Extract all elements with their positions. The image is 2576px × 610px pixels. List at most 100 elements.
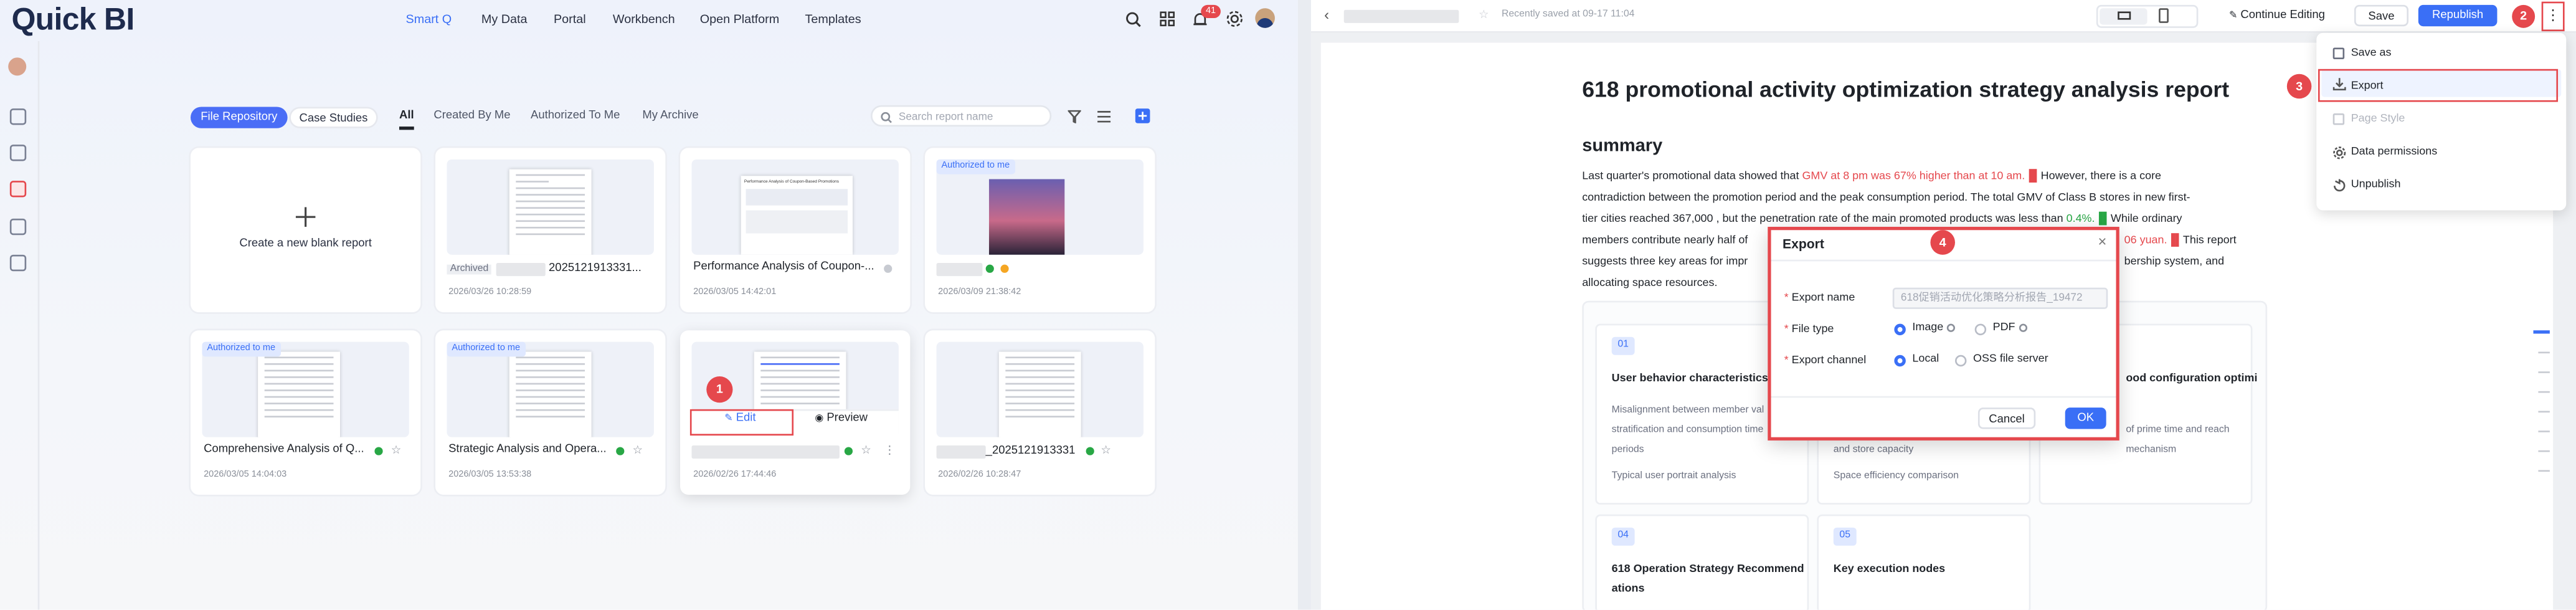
report-title: Performance Analysis of Coupon-... xyxy=(693,261,874,273)
menu-unpublish[interactable]: Unpublish xyxy=(2351,179,2401,191)
sidebar-book-icon[interactable] xyxy=(9,145,27,161)
filter-all[interactable]: All xyxy=(399,110,414,122)
outline-marker[interactable] xyxy=(2538,391,2550,393)
create-blank-card[interactable]: Create a new blank report xyxy=(190,148,421,313)
summary-text: tier cities reached 367,000 , but the pe… xyxy=(1582,213,2067,226)
report-card[interactable]: Authorized to me 2026/03/09 21:38:42 xyxy=(925,148,1155,313)
summary-highlight: GMV at 8 pm was 67% higher than at 10 am… xyxy=(1802,171,2025,183)
section-title-cont: ations xyxy=(1611,583,1645,595)
nav-workbench[interactable]: Workbench xyxy=(613,11,675,26)
published-dot xyxy=(844,447,853,455)
report-card[interactable]: Authorized to me Comprehensive Analysis … xyxy=(190,330,421,495)
republish-button[interactable]: Republish xyxy=(2418,4,2498,27)
search-icon[interactable] xyxy=(1125,11,1142,27)
summary-line: Last quarter's promotional data showed t… xyxy=(1582,171,2161,182)
report-card[interactable]: Performance Analysis of Coupon-Based Pro… xyxy=(680,148,911,313)
continue-editing-button[interactable]: ✎ Continue Editing xyxy=(2211,5,2342,26)
user-avatar[interactable] xyxy=(1255,8,1275,28)
nav-templates[interactable]: Templates xyxy=(805,11,861,26)
menu-save-as[interactable]: Save as xyxy=(2351,47,2392,59)
back-chevron-icon[interactable]: ‹ xyxy=(1324,7,1329,23)
summary-highlight: 06 yuan. xyxy=(2124,235,2167,247)
search-input[interactable]: Search report name xyxy=(871,105,1052,127)
star-icon[interactable]: ☆ xyxy=(391,444,402,457)
more-icon[interactable]: ⋮ xyxy=(884,444,895,457)
gear-icon[interactable] xyxy=(1226,10,1244,28)
outline-marker-active[interactable] xyxy=(2533,330,2550,333)
outline-marker[interactable] xyxy=(2538,411,2550,413)
outline-marker[interactable] xyxy=(2538,450,2550,452)
tab-file-repository[interactable]: File Repository xyxy=(190,107,288,128)
summary-line-tail: 06 yuan.▐▌This report xyxy=(2124,235,2237,246)
filter-authorized-to-me[interactable]: Authorized To Me xyxy=(531,110,620,122)
nav-open-platform[interactable]: Open Platform xyxy=(700,11,780,26)
report-date: 2026/02/26 17:44:46 xyxy=(693,470,777,480)
apps-grid-icon[interactable] xyxy=(1160,11,1175,27)
archived-tag: Archived xyxy=(447,264,492,275)
sidebar-explore-icon[interactable] xyxy=(9,108,27,125)
list-view-icon[interactable] xyxy=(1097,110,1111,123)
star-icon[interactable]: ☆ xyxy=(1101,444,1111,457)
sidebar-report-icon[interactable] xyxy=(9,181,27,198)
report-card[interactable]: _2025121913331 ☆ 2026/02/26 10:28:47 xyxy=(925,330,1155,495)
outline-marker[interactable] xyxy=(2538,371,2550,373)
status-dot xyxy=(884,264,893,273)
filter-icon[interactable] xyxy=(1068,110,1081,123)
thumb-doc-title: Performance Analysis of Coupon-Based Pro… xyxy=(744,179,840,184)
outline-marker[interactable] xyxy=(2538,351,2550,354)
summary-line: members contribute nearly half of xyxy=(1582,235,1748,247)
report-date: 2026/03/05 13:53:38 xyxy=(448,470,532,480)
section-number: 01 xyxy=(1611,336,1635,355)
section-desc: Misalignment between member val xyxy=(1611,406,1764,416)
authorized-badge: Authorized to me xyxy=(936,159,1015,174)
section-footer: Space efficiency comparison xyxy=(1833,472,1959,482)
published-dot xyxy=(1086,447,1094,455)
report-date: 2026/03/05 14:04:03 xyxy=(204,470,287,480)
report-date: 2026/03/26 10:28:59 xyxy=(448,287,532,298)
desktop-view-toggle[interactable] xyxy=(2100,8,2147,25)
sidebar-avatar[interactable] xyxy=(8,57,27,76)
section-footer: Typical user portrait analysis xyxy=(1611,472,1736,482)
add-icon[interactable] xyxy=(1135,108,1150,123)
sidebar-grid-icon[interactable] xyxy=(9,254,27,272)
mobile-view-icon[interactable] xyxy=(2159,8,2169,23)
tab-case-studies[interactable]: Case Studies xyxy=(289,107,378,128)
menu-data-permissions[interactable]: Data permissions xyxy=(2351,146,2438,158)
outline-marker[interactable] xyxy=(2538,431,2550,432)
filter-my-archive[interactable]: My Archive xyxy=(642,110,698,122)
filter-created-by-me[interactable]: Created By Me xyxy=(433,110,510,122)
blurred-report-name xyxy=(1343,9,1459,23)
summary-text: Last quarter's promotional data showed t… xyxy=(1582,171,1802,183)
saved-status: Recently saved at 09-17 11:04 xyxy=(1501,9,1635,20)
nav-portal[interactable]: Portal xyxy=(554,11,586,26)
section-card: 04 618 Operation Strategy Recommend atio… xyxy=(1595,514,1809,610)
star-icon[interactable]: ☆ xyxy=(633,444,643,457)
section-desc: stratification and consumption time xyxy=(1611,426,1764,436)
report-title: Comprehensive Analysis of Q... xyxy=(204,444,364,455)
favorite-star-icon[interactable]: ☆ xyxy=(1479,8,1489,21)
nav-smart-q[interactable]: Smart Q xyxy=(406,11,452,26)
report-card[interactable]: Authorized to me Strategic Analysis and … xyxy=(435,330,666,495)
more-options-menu: Save as Export Page Style Data permissio… xyxy=(2316,32,2567,211)
nav-my-data[interactable]: My Data xyxy=(481,11,528,26)
highlight-export-box xyxy=(2318,69,2559,102)
preview-label: Preview xyxy=(826,412,868,424)
summary-text: This report xyxy=(2182,235,2237,247)
preview-button[interactable]: ◉ Preview xyxy=(815,412,868,424)
outline-marker[interactable] xyxy=(2538,470,2550,472)
blurred-text xyxy=(496,263,546,277)
report-card[interactable]: Archived 2025121913331... 2026/03/26 10:… xyxy=(435,148,666,313)
star-icon[interactable]: ☆ xyxy=(861,444,871,457)
menu-page-style[interactable]: Page Style xyxy=(2351,113,2405,125)
report-title: 2025121913331... xyxy=(549,263,642,275)
page-style-icon xyxy=(2332,113,2345,125)
report-thumbnail: Performance Analysis of Coupon-Based Pro… xyxy=(691,159,899,255)
report-date: 2026/02/26 10:28:47 xyxy=(938,470,1021,480)
report-thumbnail xyxy=(447,159,654,255)
sidebar-chat-icon[interactable] xyxy=(9,218,27,236)
section-title: 618 Operation Strategy Recommend xyxy=(1611,563,1804,576)
save-button[interactable]: Save xyxy=(2354,4,2409,27)
chart-icon: ▐▌ xyxy=(2167,235,2183,247)
section-desc: and store capacity xyxy=(1833,445,1914,455)
quickbi-logo: Quick BI xyxy=(11,3,135,38)
